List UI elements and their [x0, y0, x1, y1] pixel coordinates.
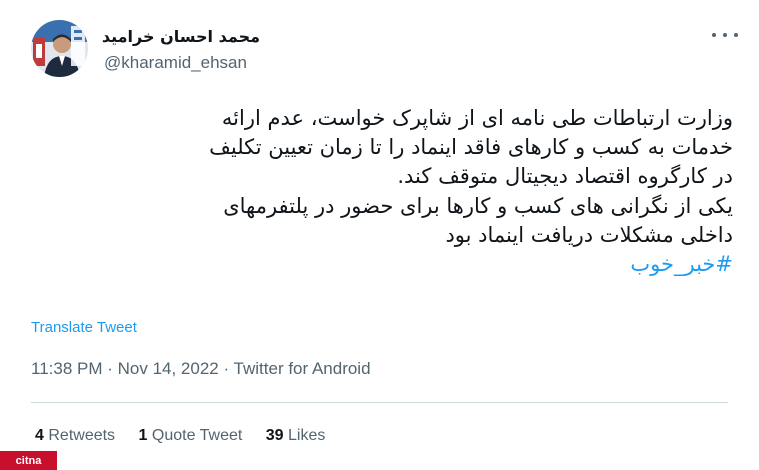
author-display-name[interactable]: محمد احسان خرامید: [102, 27, 260, 46]
tweet-text-line: در کارگروه اقتصاد دیجیتال متوقف کند.: [397, 164, 733, 189]
more-dot: [734, 33, 738, 37]
tweet-text-line: وزارت ارتباطات طی نامه ای از شاپرک خواست…: [221, 106, 733, 130]
likes-count: 39: [265, 427, 284, 444]
more-dot: [723, 33, 727, 37]
likes-stat[interactable]: 39 Likes: [266, 427, 326, 445]
tweet-text-line: یکی از نگرانی های کسب و کارها برای حضور …: [223, 193, 733, 218]
retweets-stat[interactable]: 4 Retweets: [35, 427, 115, 445]
citna-watermark: citna: [0, 451, 57, 470]
avatar[interactable]: [31, 20, 88, 77]
author-handle[interactable]: @kharamid_ehsan: [104, 53, 247, 73]
more-dot: [712, 33, 716, 37]
tweet-text-line: داخلی مشکلات دریافت اینماد بود: [445, 222, 733, 247]
tweet-text: وزارت ارتباطات طی نامه ای از شاپرک خواست…: [13, 104, 733, 279]
watermark-text: citna: [15, 454, 42, 467]
tweet-text-line: خدمات به کسب و کارهای فاقد اینماد را تا …: [209, 135, 733, 160]
likes-label: Likes: [288, 427, 326, 444]
more-horizontal-icon[interactable]: [712, 28, 738, 42]
quote-tweets-label: Quote Tweet: [151, 427, 243, 444]
hashtag-link[interactable]: #خبر_خوب: [630, 252, 733, 276]
retweets-label: Retweets: [48, 427, 116, 444]
quote-tweets-stat[interactable]: 1 Quote Tweet: [139, 427, 243, 445]
quote-tweets-count: 1: [138, 427, 148, 444]
engagement-stats: 4 Retweets 1 Quote Tweet 39 Likes: [35, 427, 344, 445]
tweet-timestamp[interactable]: 11:38 PM · Nov 14, 2022 · Twitter for An…: [31, 359, 371, 379]
retweets-count: 4: [35, 427, 44, 444]
translate-tweet-link[interactable]: Translate Tweet: [31, 319, 137, 336]
divider: [31, 402, 728, 403]
avatar-image: [31, 20, 88, 77]
